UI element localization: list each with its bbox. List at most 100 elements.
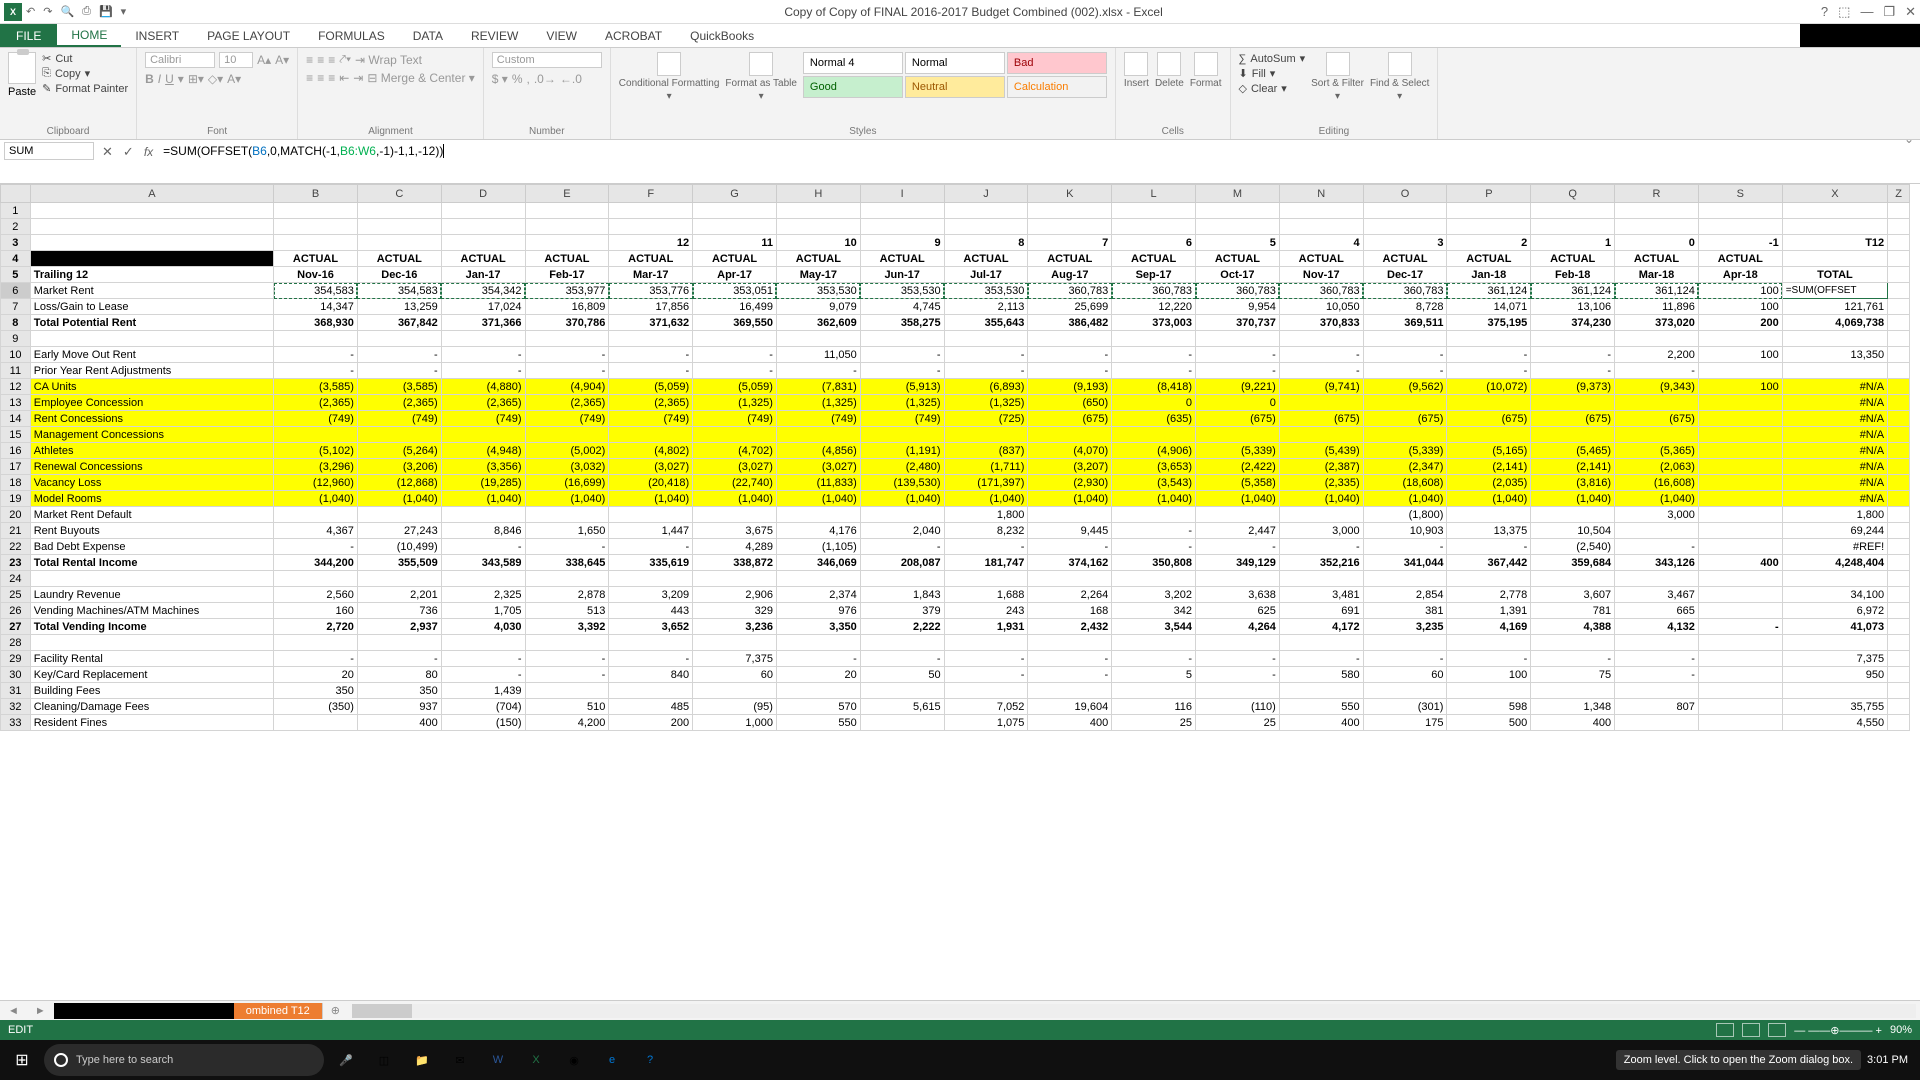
cell[interactable]: 368,930 [274,315,358,331]
cell[interactable]: (301) [1363,699,1447,715]
cell[interactable]: - [944,651,1028,667]
cell[interactable]: (5,913) [860,379,944,395]
cell[interactable]: 354,342 [441,283,525,299]
cell[interactable]: - [525,347,609,363]
tab-data[interactable]: DATA [399,24,457,47]
cell[interactable] [693,427,777,443]
column-header[interactable]: L [1112,185,1196,203]
cell[interactable]: #N/A [1782,411,1887,427]
cell[interactable]: 20 [274,667,358,683]
cell[interactable]: 50 [860,667,944,683]
underline-button[interactable]: U [165,72,174,86]
help-icon[interactable]: ? [1821,4,1828,20]
cell[interactable]: Nov-17 [1279,267,1363,283]
cell[interactable]: (19,285) [441,475,525,491]
row-header[interactable]: 3 [1,235,31,251]
cell[interactable] [609,635,693,651]
cell[interactable]: (5,365) [1615,443,1699,459]
cell[interactable] [357,203,441,219]
cell[interactable] [1531,219,1615,235]
cell[interactable]: - [357,347,441,363]
column-header[interactable] [1,185,31,203]
cell[interactable]: 976 [776,603,860,619]
cell[interactable]: ACTUAL [944,251,1028,267]
cell[interactable] [1531,683,1615,699]
cell[interactable] [274,331,358,347]
cell[interactable]: 2 [1447,235,1531,251]
cell[interactable] [357,219,441,235]
cell[interactable]: Athletes [30,443,273,459]
cell[interactable]: 1,439 [441,683,525,699]
cell[interactable]: Mar-17 [609,267,693,283]
cell[interactable]: - [776,363,860,379]
cell[interactable]: #N/A [1782,427,1887,443]
cell[interactable]: 513 [525,603,609,619]
column-header[interactable]: X [1782,185,1887,203]
cell[interactable]: (16,608) [1615,475,1699,491]
cell[interactable] [1531,395,1615,411]
close-icon[interactable]: ✕ [1905,4,1916,20]
cell[interactable]: (1,040) [1112,491,1196,507]
cell[interactable] [860,715,944,731]
cell[interactable]: 4,550 [1782,715,1887,731]
collapse-formula-bar-icon[interactable]: ⌄ [1904,132,1914,146]
cell[interactable]: (4,856) [776,443,860,459]
cell[interactable]: 3,392 [525,619,609,635]
cell[interactable] [1698,651,1782,667]
cell[interactable] [1112,427,1196,443]
cell[interactable]: (1,711) [944,459,1028,475]
row-header[interactable]: 7 [1,299,31,315]
sort-filter-button[interactable]: Sort & Filter ▾ [1311,52,1364,102]
cell[interactable]: 2,778 [1447,587,1531,603]
cell[interactable]: - [274,539,358,555]
cell[interactable] [1112,571,1196,587]
cell[interactable] [944,331,1028,347]
cell[interactable]: 335,619 [609,555,693,571]
cell[interactable]: (12,868) [357,475,441,491]
cell[interactable]: 361,124 [1531,283,1615,299]
row-header[interactable]: 1 [1,203,31,219]
cell[interactable]: 4,248,404 [1782,555,1887,571]
cell[interactable]: 4,367 [274,523,358,539]
cell[interactable]: 2,264 [1028,587,1112,603]
cell[interactable]: 344,200 [274,555,358,571]
cell[interactable]: (16,699) [525,475,609,491]
cell[interactable]: - [1615,651,1699,667]
cell[interactable]: (4,948) [441,443,525,459]
ribbon-display-icon[interactable]: ⬚ [1838,4,1850,20]
cell[interactable] [30,203,273,219]
cell[interactable] [1447,203,1531,219]
cell[interactable]: - [944,539,1028,555]
cell[interactable]: 354,583 [357,283,441,299]
cell[interactable]: - [441,667,525,683]
horizontal-scrollbar[interactable] [352,1004,1916,1018]
cell[interactable]: (704) [441,699,525,715]
cell[interactable]: - [1112,523,1196,539]
cell[interactable]: (1,325) [693,395,777,411]
row-header[interactable]: 13 [1,395,31,411]
cell[interactable] [30,331,273,347]
cell[interactable] [441,507,525,523]
cell[interactable]: - [441,363,525,379]
style-calculation[interactable]: Calculation [1007,76,1107,98]
cell[interactable]: 1,688 [944,587,1028,603]
cell[interactable]: 369,511 [1363,315,1447,331]
cell[interactable]: Apr-18 [1698,267,1782,283]
cell[interactable]: Management Concessions [30,427,273,443]
row-header[interactable]: 19 [1,491,31,507]
cell[interactable] [776,571,860,587]
cell[interactable]: 3,202 [1112,587,1196,603]
cell[interactable]: Sep-17 [1112,267,1196,283]
cell[interactable]: (4,802) [609,443,693,459]
cell[interactable]: 3,607 [1531,587,1615,603]
cell[interactable]: Dec-17 [1363,267,1447,283]
cell[interactable]: - [1112,347,1196,363]
cell[interactable]: ACTUAL [1112,251,1196,267]
column-header[interactable]: D [441,185,525,203]
cell[interactable]: 11,050 [776,347,860,363]
bold-button[interactable]: B [145,72,154,86]
cell[interactable]: 2,222 [860,619,944,635]
cell[interactable]: Vacancy Loss [30,475,273,491]
cell[interactable]: ACTUAL [1028,251,1112,267]
format-as-table-button[interactable]: Format as Table ▾ [725,52,797,102]
